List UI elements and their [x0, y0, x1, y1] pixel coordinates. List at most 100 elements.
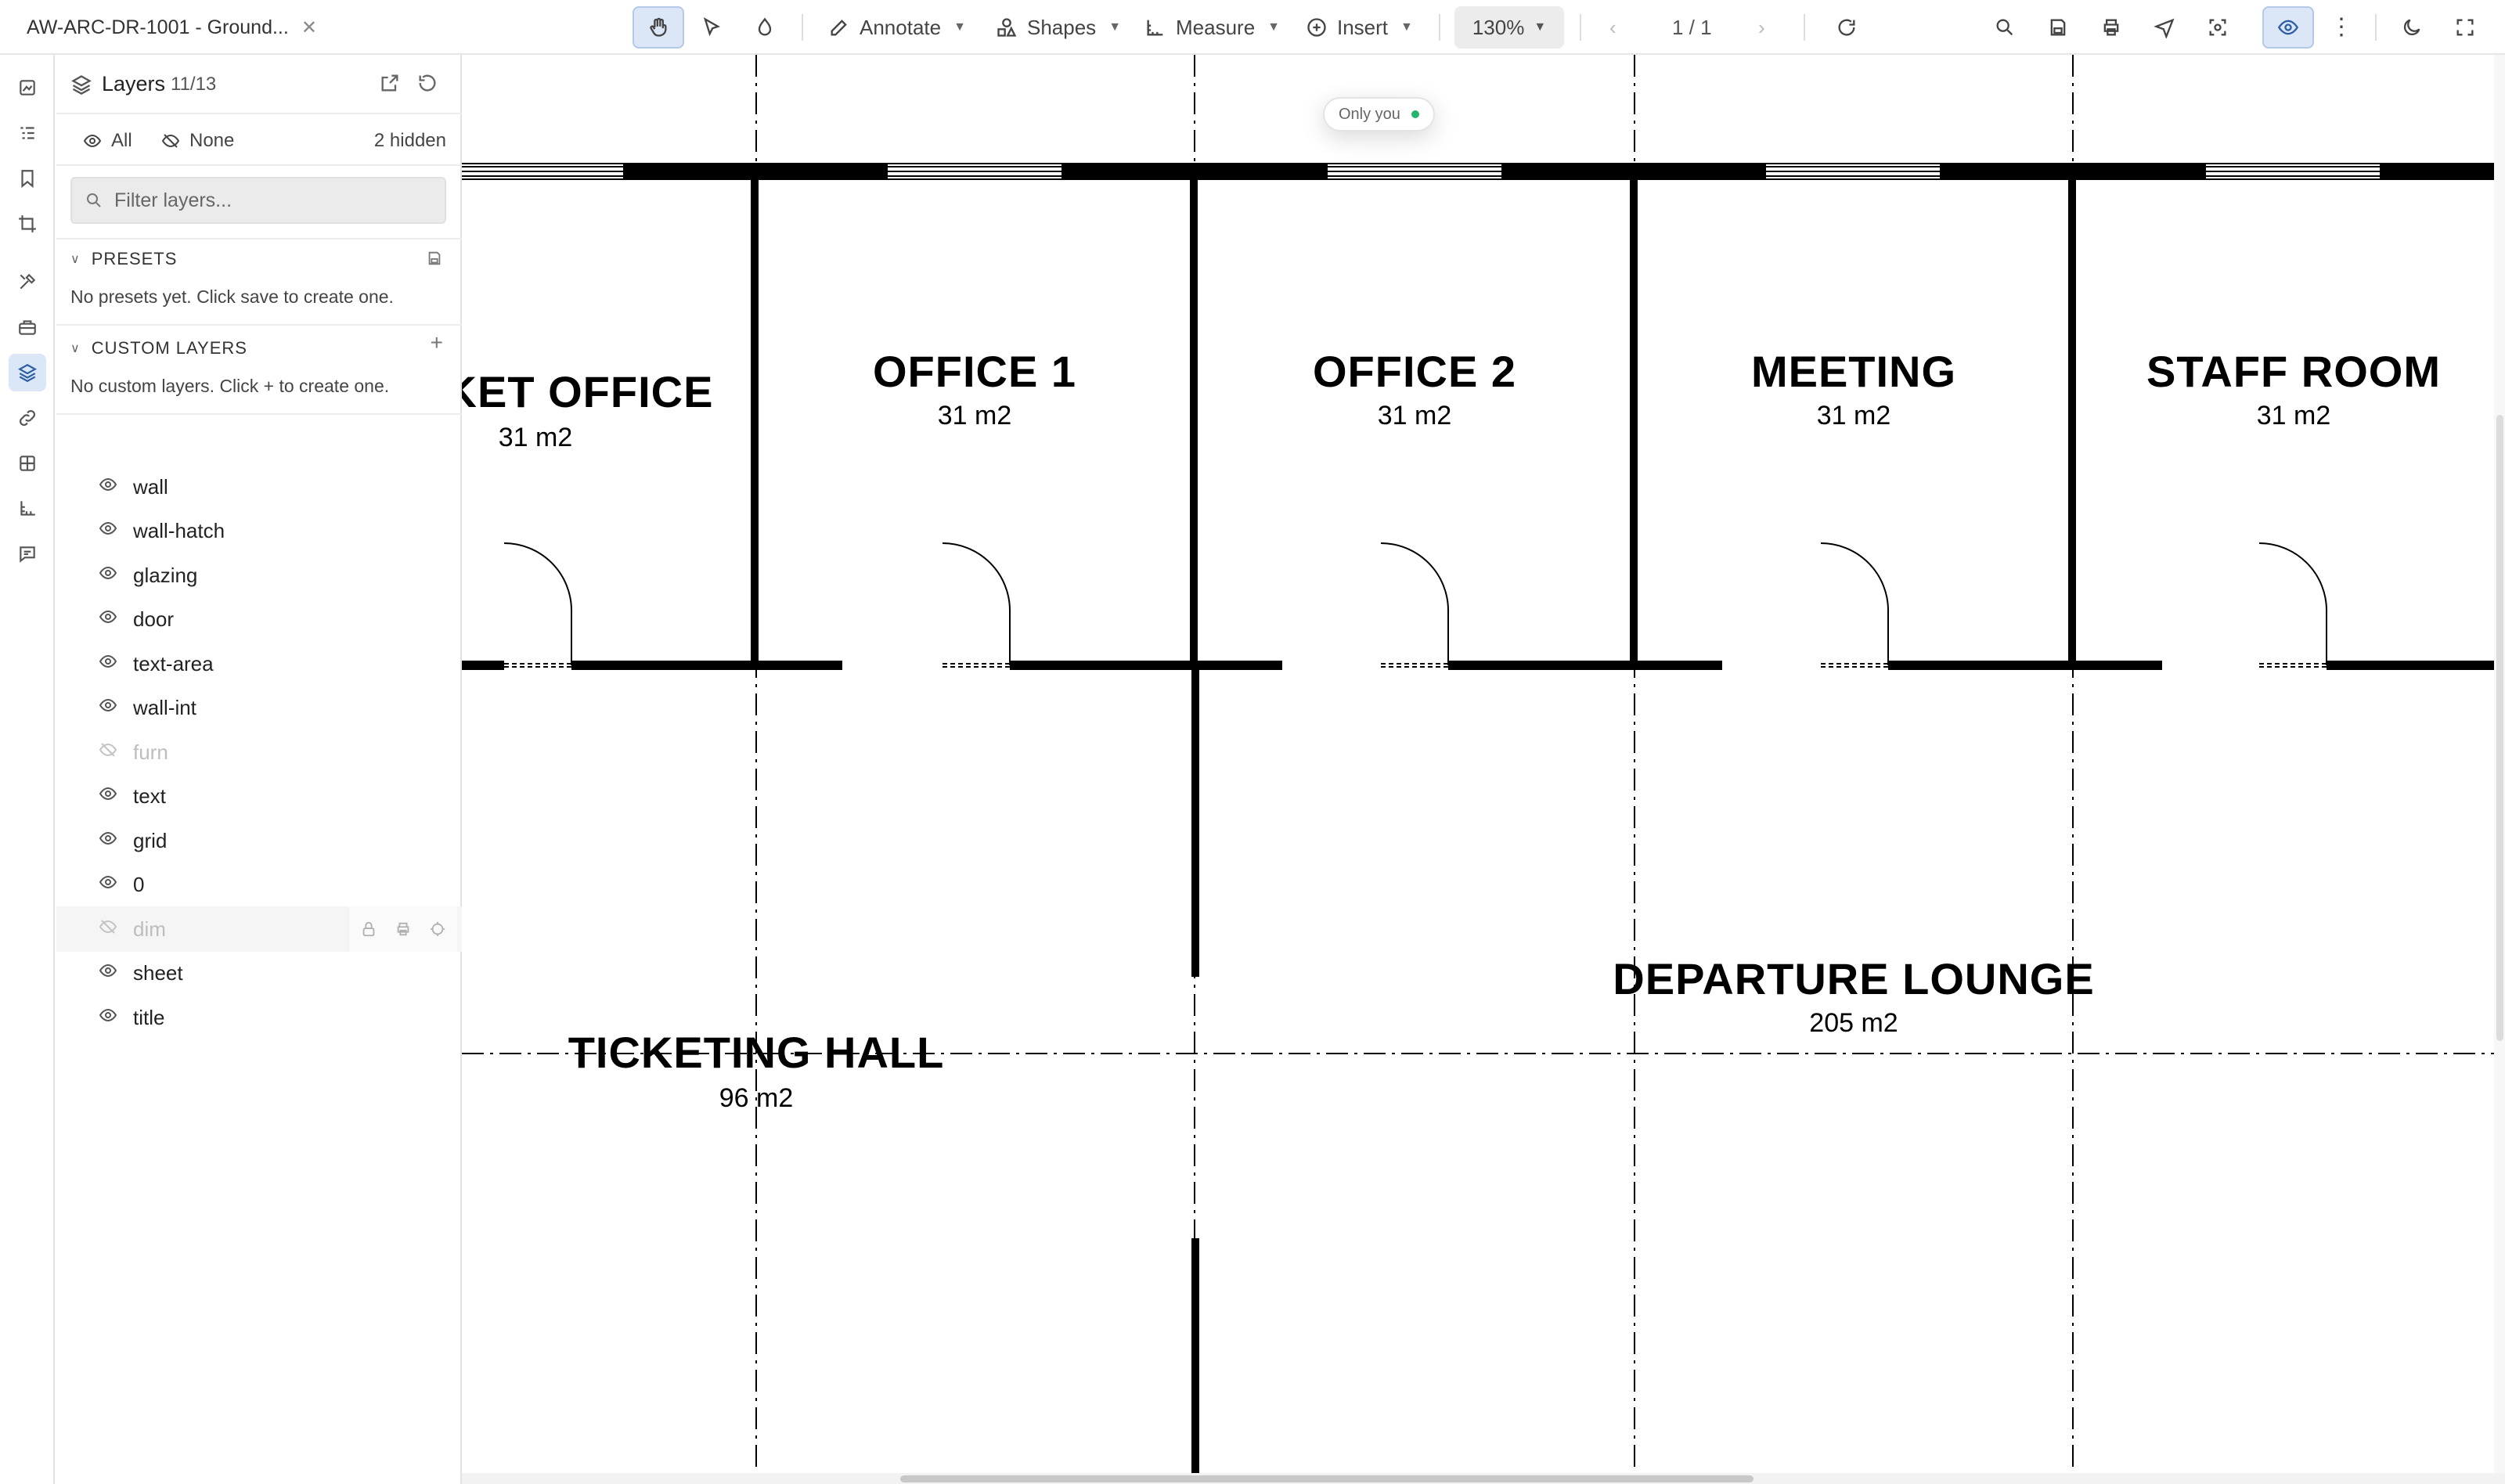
more-button[interactable]: ⋮: [2316, 6, 2367, 49]
eye-icon[interactable]: [99, 475, 117, 499]
tools-button[interactable]: [9, 263, 46, 301]
vertical-scrollbar[interactable]: [2494, 55, 2505, 1473]
save-preset-button[interactable]: [426, 247, 443, 272]
pan-tool-button[interactable]: [633, 6, 684, 49]
stamp-button[interactable]: [9, 308, 46, 346]
layer-row[interactable]: wall: [56, 464, 462, 510]
measurements-button[interactable]: [9, 490, 46, 528]
layer-row[interactable]: text-area: [56, 641, 462, 686]
layers-button[interactable]: [9, 354, 46, 391]
fullscreen-button[interactable]: [2439, 6, 2491, 49]
comments-button[interactable]: [9, 535, 46, 573]
ink-tool-button[interactable]: [739, 6, 791, 49]
page-indicator[interactable]: 1 / 1: [1672, 6, 1712, 49]
close-icon[interactable]: ✕: [301, 16, 317, 39]
detach-panel-button[interactable]: [379, 72, 401, 98]
layer-row[interactable]: title: [56, 995, 462, 1040]
room-area-office-1: 31 m2: [937, 401, 1012, 430]
layer-row[interactable]: wall-hatch: [56, 509, 462, 554]
room-area-ticketing-hall: 96 m2: [719, 1083, 794, 1113]
fit-screen-icon: [2209, 19, 2226, 36]
insert-menu[interactable]: Insert ▼: [1299, 6, 1419, 49]
chevron-down-icon: ▼: [1267, 20, 1280, 34]
layer-row[interactable]: furn: [56, 729, 462, 775]
custom-layers-section-toggle[interactable]: ∨ CUSTOM LAYERS: [70, 338, 247, 358]
presets-section-toggle[interactable]: ∨ PRESETS: [70, 249, 177, 269]
layer-row[interactable]: glazing: [56, 553, 462, 598]
chevron-left-icon: ‹: [1609, 15, 1617, 39]
reset-layers-button[interactable]: [416, 72, 438, 98]
prev-page-button[interactable]: ‹: [1609, 6, 1617, 49]
eye-off-icon[interactable]: [99, 740, 117, 765]
layer-row[interactable]: door: [56, 597, 462, 643]
send-button[interactable]: [2139, 6, 2190, 49]
select-tool-button[interactable]: [686, 6, 737, 49]
fit-screen-button[interactable]: [2192, 6, 2244, 49]
vertical-scroll-thumb[interactable]: [2496, 415, 2503, 1041]
print-button[interactable]: [2085, 6, 2137, 49]
eye-icon[interactable]: [99, 519, 117, 543]
save-button[interactable]: [2032, 6, 2084, 49]
eye-icon[interactable]: [99, 652, 117, 676]
view-toggle-button[interactable]: [2262, 6, 2314, 49]
drawing-canvas[interactable]: KET OFFICE 31 m2 OFFICE 1 31 m2 OFFICE 2…: [462, 55, 2505, 1484]
eye-icon[interactable]: [99, 607, 117, 632]
show-all-button[interactable]: All: [83, 130, 132, 152]
grid-button[interactable]: [9, 445, 46, 482]
layer-row[interactable]: wall-int: [56, 686, 462, 731]
annotate-menu[interactable]: Annotate ▼: [822, 6, 972, 49]
add-custom-layer-button[interactable]: +: [431, 330, 443, 355]
layer-name: text: [133, 784, 166, 808]
layer-row[interactable]: sheet: [56, 951, 462, 996]
layer-name: door: [133, 607, 175, 631]
eye-icon[interactable]: [99, 829, 117, 853]
horizontal-scroll-thumb[interactable]: [900, 1475, 1754, 1482]
eye-icon[interactable]: [99, 873, 117, 897]
layer-row[interactable]: text: [56, 774, 462, 819]
layer-row[interactable]: 0: [56, 863, 462, 908]
search-button[interactable]: [1979, 6, 2031, 49]
filter-layers-field[interactable]: [70, 177, 446, 224]
bookmarks-button[interactable]: [9, 160, 46, 197]
links-button[interactable]: [9, 399, 46, 437]
insert-label: Insert: [1337, 15, 1389, 39]
layer-name: dim: [133, 917, 166, 941]
presence-indicator[interactable]: Only you: [1323, 97, 1435, 131]
eye-icon[interactable]: [99, 696, 117, 720]
crop-button[interactable]: [9, 205, 46, 243]
horizontal-scrollbar[interactable]: [462, 1473, 2505, 1484]
target-icon[interactable]: [429, 920, 446, 938]
next-page-button[interactable]: ›: [1758, 6, 1765, 49]
measure-menu[interactable]: Measure ▼: [1138, 6, 1286, 49]
eye-icon[interactable]: [99, 784, 117, 809]
room-label-staff-room: STAFF ROOM: [2146, 347, 2442, 396]
rotate-button[interactable]: [1821, 6, 1872, 49]
toolbar-divider: [2375, 14, 2377, 41]
eye-icon[interactable]: [99, 961, 117, 985]
filter-layers-input[interactable]: [114, 189, 427, 212]
eye-icon[interactable]: [99, 564, 117, 588]
eye-off-icon[interactable]: [99, 917, 117, 942]
document-tab[interactable]: AW-ARC-DR-1001 - Ground... ✕: [27, 0, 317, 55]
zoom-select[interactable]: 130% ▼: [1454, 6, 1564, 49]
tools-icon: [20, 273, 36, 290]
print-icon[interactable]: [395, 920, 412, 938]
outline-button[interactable]: [9, 114, 46, 152]
shapes-menu[interactable]: Shapes ▼: [989, 6, 1127, 49]
eye-icon[interactable]: [99, 1006, 117, 1030]
refresh-icon: [1838, 19, 1855, 36]
more-icon: ⋮: [2330, 14, 2353, 40]
thumbnails-button[interactable]: [9, 69, 46, 106]
layers-icon: [18, 364, 37, 383]
room-area-meeting: 31 m2: [1816, 401, 1891, 430]
document-title[interactable]: AW-ARC-DR-1001 - Ground...: [27, 16, 289, 39]
layer-row[interactable]: dim: [56, 906, 462, 952]
dark-mode-button[interactable]: [2386, 6, 2438, 49]
layer-row[interactable]: grid: [56, 818, 462, 863]
presets-title: PRESETS: [91, 249, 178, 268]
lock-icon[interactable]: [360, 920, 377, 938]
presence-label: Only you: [1339, 105, 1400, 123]
save-icon: [428, 251, 441, 265]
floor-plan: [462, 55, 2505, 1473]
hide-all-button[interactable]: None: [161, 130, 234, 152]
